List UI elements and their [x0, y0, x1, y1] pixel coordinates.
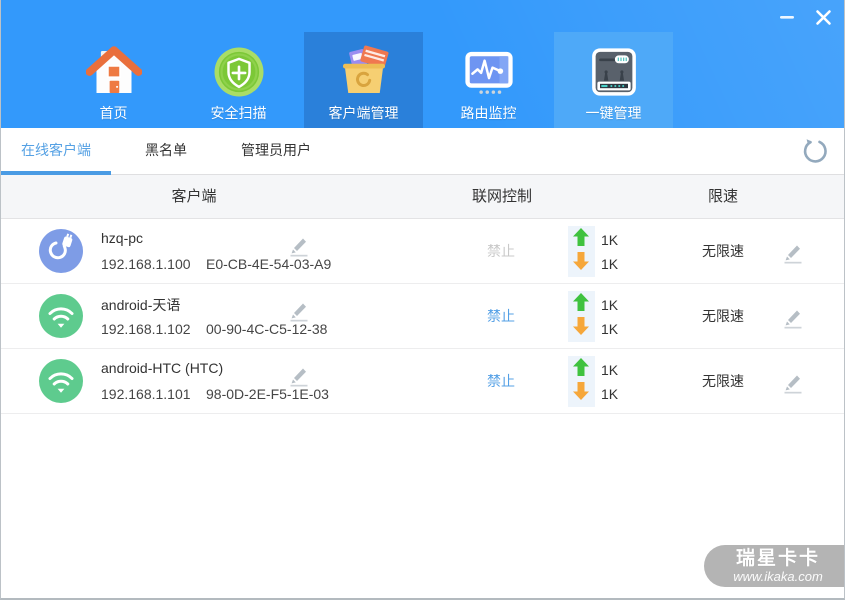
column-header-limit: 限速	[707, 188, 738, 205]
pencil-icon	[784, 245, 802, 264]
nav-label: 一键管理	[585, 105, 642, 121]
upload-speed: 1K	[601, 297, 619, 313]
client-management-icon	[342, 45, 389, 93]
client-row: android-HTC (HTC) 192.168.1.101 98-0D-2E…	[1, 349, 844, 414]
wired-device-icon	[39, 229, 83, 273]
app-header: 首页 安全扫描 客户端管理 路由监控 一键管理	[1, 0, 844, 128]
nav-label: 客户端管理	[328, 105, 399, 121]
pencil-icon	[784, 375, 802, 394]
tab-online-clients[interactable]: 在线客户端	[1, 128, 111, 175]
device-ip: 192.168.1.100	[101, 256, 191, 272]
edit-name-button[interactable]	[287, 363, 311, 387]
pencil-icon	[290, 303, 308, 322]
edit-limit-button[interactable]	[781, 370, 805, 394]
pencil-icon	[784, 310, 802, 329]
home-icon	[85, 46, 142, 93]
nav-item-home[interactable]: 首页	[54, 32, 173, 128]
upload-arrow-icon	[573, 358, 589, 376]
nav-label: 安全扫描	[210, 105, 267, 121]
brand-watermark: 瑞星卡卡 www.ikaka.com	[704, 545, 844, 587]
client-list: hzq-pc 192.168.1.100 E0-CB-4E-54-03-A9 禁…	[1, 219, 844, 414]
edit-name-button[interactable]	[287, 298, 311, 322]
wifi-device-icon	[39, 359, 83, 403]
device-ip: 192.168.1.102	[101, 321, 191, 337]
minimize-button[interactable]	[774, 6, 800, 28]
tab-admin-users[interactable]: 管理员用户	[221, 128, 331, 174]
device-name: android-HTC (HTC)	[101, 360, 224, 376]
nav-item-client-management[interactable]: 客户端管理	[304, 32, 423, 128]
upload-arrow-icon	[573, 293, 589, 311]
upload-speed: 1K	[601, 362, 619, 378]
upload-arrow-icon	[573, 228, 589, 246]
upload-speed: 1K	[601, 232, 619, 248]
nav-label: 路由监控	[460, 105, 517, 121]
router-monitor-icon	[464, 51, 513, 94]
download-speed: 1K	[601, 386, 619, 402]
forbid-link[interactable]: 禁止	[461, 219, 541, 284]
nav-item-security-scan[interactable]: 安全扫描	[179, 32, 298, 128]
download-speed: 1K	[601, 321, 619, 337]
tab-blacklist[interactable]: 黑名单	[111, 128, 221, 174]
table-header: 客户端 联网控制 限速	[1, 175, 844, 219]
pencil-icon	[290, 238, 308, 257]
minimize-icon	[780, 16, 794, 19]
brand-site: www.ikaka.com	[733, 568, 823, 584]
security-scan-icon	[214, 47, 263, 97]
device-mac: E0-CB-4E-54-03-A9	[206, 256, 332, 272]
close-button[interactable]	[810, 6, 836, 28]
nav-label: 首页	[99, 105, 128, 121]
brand-name: 瑞星卡卡	[735, 547, 820, 569]
device-ip: 192.168.1.101	[101, 386, 191, 402]
main-nav: 首页 安全扫描 客户端管理 路由监控 一键管理	[54, 32, 673, 128]
client-row: hzq-pc 192.168.1.100 E0-CB-4E-54-03-A9 禁…	[1, 219, 844, 284]
device-mac: 00-90-4C-C5-12-38	[206, 321, 328, 337]
forbid-link[interactable]: 禁止	[461, 284, 541, 349]
column-header-client: 客户端	[171, 188, 217, 205]
device-name: android-天语	[101, 297, 181, 313]
download-arrow-icon	[573, 382, 589, 400]
wifi-device-icon	[39, 294, 83, 338]
forbid-link[interactable]: 禁止	[461, 349, 541, 414]
speed-limit-value: 无限速	[702, 308, 744, 324]
edit-limit-button[interactable]	[781, 305, 805, 329]
speed-limit-value: 无限速	[702, 243, 744, 259]
pencil-icon	[290, 368, 308, 387]
download-arrow-icon	[573, 317, 589, 335]
tab-bar: 在线客户端 黑名单 管理员用户	[1, 128, 844, 175]
nav-item-onekey-management[interactable]: 一键管理	[554, 32, 673, 128]
column-header-control: 联网控制	[471, 188, 532, 205]
close-icon	[815, 9, 831, 25]
onekey-management-icon	[591, 48, 636, 96]
device-name: hzq-pc	[101, 230, 144, 246]
refresh-icon	[803, 139, 827, 163]
window-controls	[774, 6, 836, 28]
client-row: android-天语 192.168.1.102 00-90-4C-C5-12-…	[1, 284, 844, 349]
download-arrow-icon	[573, 252, 589, 270]
speed-limit-value: 无限速	[702, 373, 744, 389]
nav-item-router-monitor[interactable]: 路由监控	[429, 32, 548, 128]
edit-name-button[interactable]	[287, 233, 311, 257]
device-mac: 98-0D-2E-F5-1E-03	[206, 386, 329, 402]
download-speed: 1K	[601, 256, 619, 272]
edit-limit-button[interactable]	[781, 240, 805, 264]
router-manager-window: 首页 安全扫描 客户端管理 路由监控 一键管理 在线客户端 黑名单 管理员用户 …	[0, 0, 845, 600]
refresh-button[interactable]	[800, 138, 828, 166]
